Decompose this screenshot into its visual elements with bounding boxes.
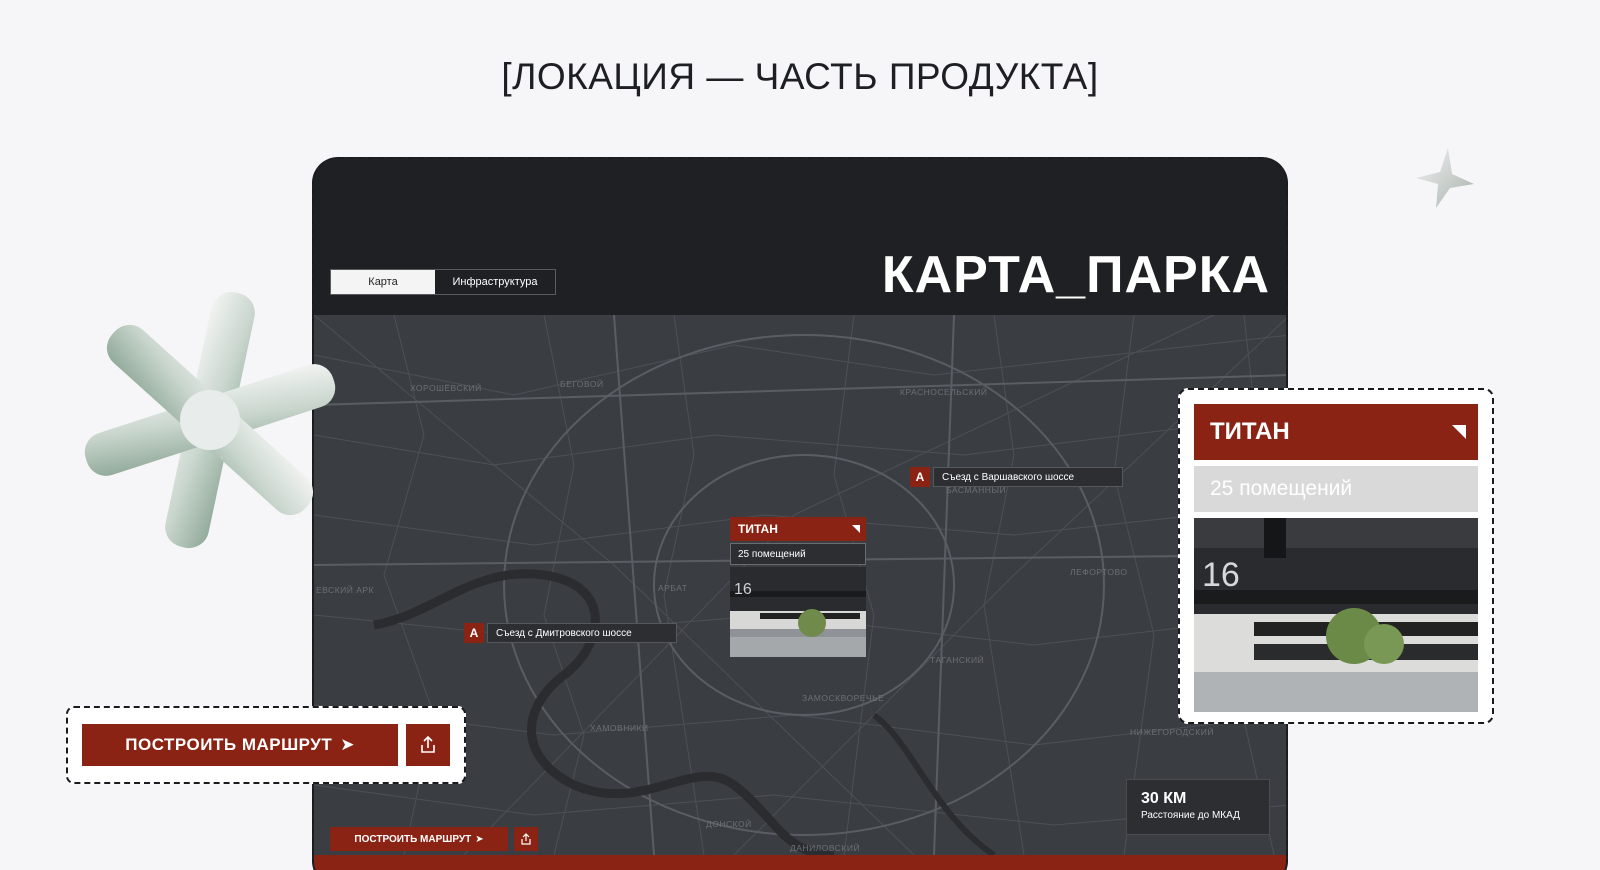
card-header: ТИТАН	[1194, 404, 1478, 460]
share-icon	[421, 736, 435, 753]
building-photo: 16	[730, 567, 866, 657]
building-number: 16	[1202, 556, 1240, 594]
footer-accent-strip	[314, 855, 1286, 870]
district-label: ДОНСКОЙ	[706, 819, 752, 829]
share-button[interactable]	[406, 724, 450, 766]
exit-label: Съезд с Дмитровского шоссе	[487, 623, 677, 643]
building-number: 16	[734, 581, 752, 598]
build-route-button-small[interactable]: ПОСТРОИТЬ МАРШРУТ ➤	[330, 827, 508, 851]
corner-arrow-icon	[852, 525, 860, 533]
distance-badge: 30 КМ Расстояние до МКАД	[1126, 779, 1270, 835]
card-title: ТИТАН	[1210, 418, 1290, 445]
highway-exit-icon: A	[464, 623, 484, 643]
route-button-callout: ПОСТРОИТЬ МАРШРУТ ➤	[66, 706, 466, 784]
corner-arrow-icon	[1452, 425, 1466, 439]
pin-rooms: 25 помещений	[730, 543, 866, 565]
district-label: АРБАТ	[658, 583, 688, 593]
asterisk-decoration-icon	[84, 291, 336, 549]
district-label: ЗАМОСКВОРЕЧЬЕ	[802, 693, 885, 703]
build-route-button[interactable]: ПОСТРОИТЬ МАРШРУТ ➤	[82, 724, 399, 766]
tab-infrastructure[interactable]: Инфраструктура	[435, 270, 555, 294]
distance-value: 30 КМ	[1141, 790, 1187, 807]
district-label: НИЖЕГОРОДСКИЙ	[1130, 727, 1214, 737]
distance-caption: Расстояние до МКАД	[1141, 810, 1240, 821]
district-label: ХОРОШЁВСКИЙ	[410, 383, 482, 393]
exit-marker-varshavskoe[interactable]: A Съезд с Варшавского шоссе	[910, 467, 1123, 487]
card-rooms: 25 помещений	[1194, 466, 1478, 512]
district-label: ТАГАНСКИЙ	[930, 655, 985, 665]
pin-title: ТИТАН	[738, 522, 778, 536]
map-header: Карта Инфраструктура КАРТА_ПАРКА	[314, 159, 1286, 315]
map-title: КАРТА_ПАРКА	[881, 246, 1270, 304]
titan-card-callout[interactable]: ТИТАН 25 помещений 16	[1178, 388, 1494, 724]
district-label: ХАМОВНИКИ	[590, 723, 649, 733]
exit-label: Съезд с Варшавского шоссе	[933, 467, 1123, 487]
map-pin-titan[interactable]: ТИТАН 25 помещений 16	[730, 517, 866, 657]
pin-header: ТИТАН	[730, 517, 866, 541]
exit-marker-dmitrovskoe[interactable]: A Съезд с Дмитровского шоссе	[464, 623, 677, 643]
building-photo: 16	[1194, 518, 1478, 712]
build-route-label: ПОСТРОИТЬ МАРШРУТ	[125, 735, 333, 754]
highway-exit-icon: A	[910, 467, 930, 487]
district-label: ЛЕФОРТОВО	[1070, 567, 1128, 577]
share-button-small[interactable]	[514, 827, 538, 851]
district-label: КРАСНОСЕЛЬСКИЙ	[900, 387, 988, 397]
share-icon	[521, 833, 531, 845]
navigation-arrow-icon: ➤	[340, 735, 355, 754]
route-controls-small: ПОСТРОИТЬ МАРШРУТ ➤	[330, 827, 538, 851]
page-heading: [ЛОКАЦИЯ — ЧАСТЬ ПРОДУКТА]	[501, 56, 1099, 97]
map-tabs: Карта Инфраструктура	[330, 269, 556, 295]
navigation-arrow-icon: ➤	[475, 833, 484, 845]
district-label: ДАНИЛОВСКИЙ	[790, 843, 861, 853]
sparkle-decoration-icon	[1416, 148, 1474, 208]
build-route-label: ПОСТРОИТЬ МАРШРУТ	[354, 833, 472, 845]
district-label: ЕВСКИЙ АРК	[316, 585, 375, 595]
district-label: БЕГОВОЙ	[560, 379, 604, 389]
